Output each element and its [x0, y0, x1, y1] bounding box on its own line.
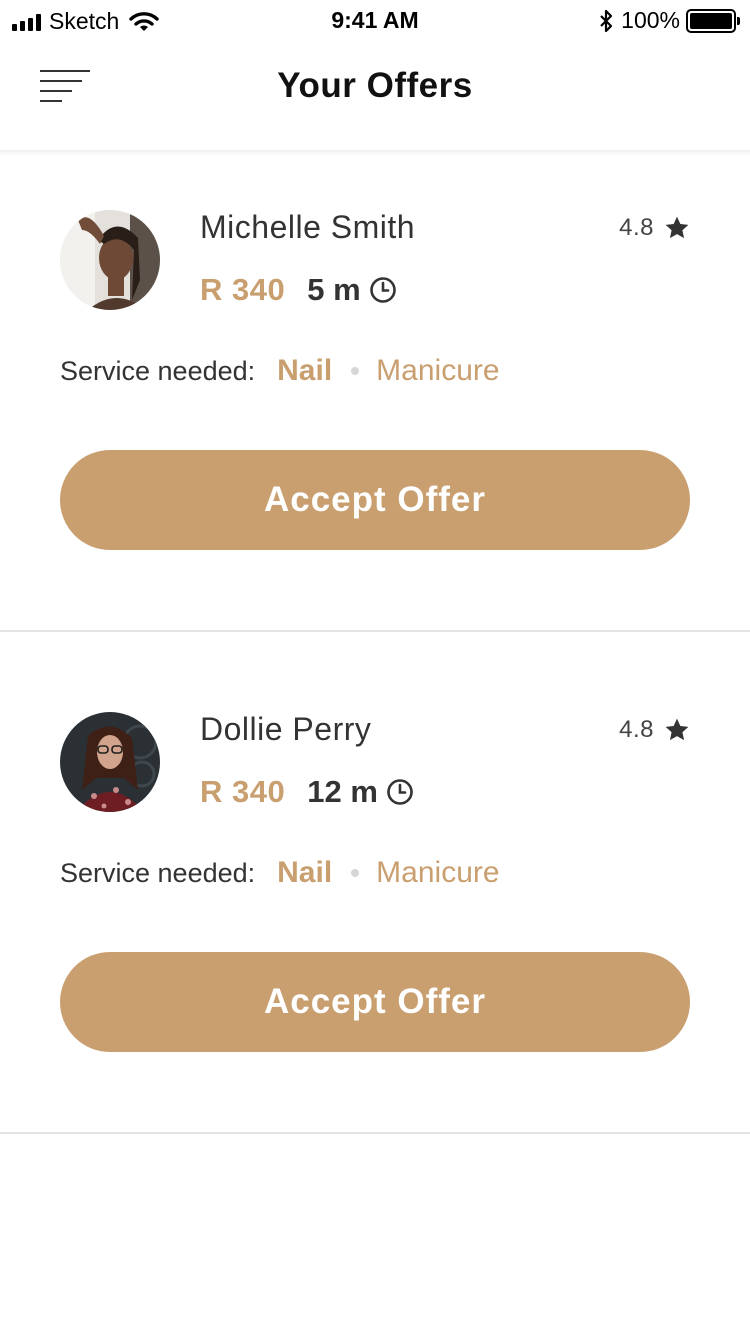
- service-label: Service needed:: [60, 355, 256, 386]
- provider-name: Michelle Smith: [200, 209, 416, 245]
- separator-dot: [351, 367, 360, 375]
- duration: 5 m: [307, 272, 361, 307]
- page-title: Your Offers: [277, 66, 473, 105]
- duration: 12 m: [307, 774, 378, 809]
- price-row: R 340 5 m: [200, 272, 397, 308]
- bluetooth-icon: [600, 9, 613, 32]
- service-row: Service needed: Nail Manicure: [60, 856, 500, 890]
- service-tag-primary: Nail: [277, 856, 333, 889]
- offer-card: Michelle Smith 4.8 R 340 5 m Service nee…: [0, 152, 750, 632]
- separator-dot: [351, 869, 360, 877]
- service-row: Service needed: Nail Manicure: [60, 354, 500, 388]
- star-icon: [665, 216, 689, 239]
- rating: 4.8: [619, 214, 690, 242]
- status-bar: Sketch 9:41 AM 100%: [0, 0, 750, 40]
- service-tag-primary: Nail: [277, 354, 333, 387]
- avatar-image: [60, 712, 160, 812]
- price-row: R 340 12 m: [200, 774, 414, 810]
- rating: 4.8: [619, 716, 690, 744]
- provider-name: Dollie Perry: [200, 711, 372, 747]
- avatar[interactable]: [60, 210, 160, 310]
- offer-card: Dollie Perry 4.8 R 340 12 m Service need…: [0, 654, 750, 1134]
- rating-value: 4.8: [619, 214, 654, 241]
- nav-bar: Your Offers: [0, 40, 750, 150]
- clock-icon: [369, 277, 396, 303]
- rating-value: 4.8: [619, 716, 654, 743]
- avatar[interactable]: [60, 712, 160, 812]
- service-tag-secondary: Manicure: [376, 856, 500, 889]
- accept-offer-button[interactable]: Accept Offer: [60, 450, 690, 550]
- service-label: Service needed:: [60, 857, 256, 888]
- price: R 340: [200, 774, 286, 809]
- accept-offer-button[interactable]: Accept Offer: [60, 952, 690, 1052]
- clock-icon: [387, 779, 413, 805]
- battery-icon: [686, 8, 740, 33]
- avatar-image: [60, 210, 160, 310]
- price: R 340: [200, 272, 286, 307]
- star-icon: [665, 718, 689, 741]
- status-right: 100%: [599, 7, 740, 34]
- service-tag-secondary: Manicure: [376, 354, 500, 387]
- battery-percentage: 100%: [621, 7, 680, 33]
